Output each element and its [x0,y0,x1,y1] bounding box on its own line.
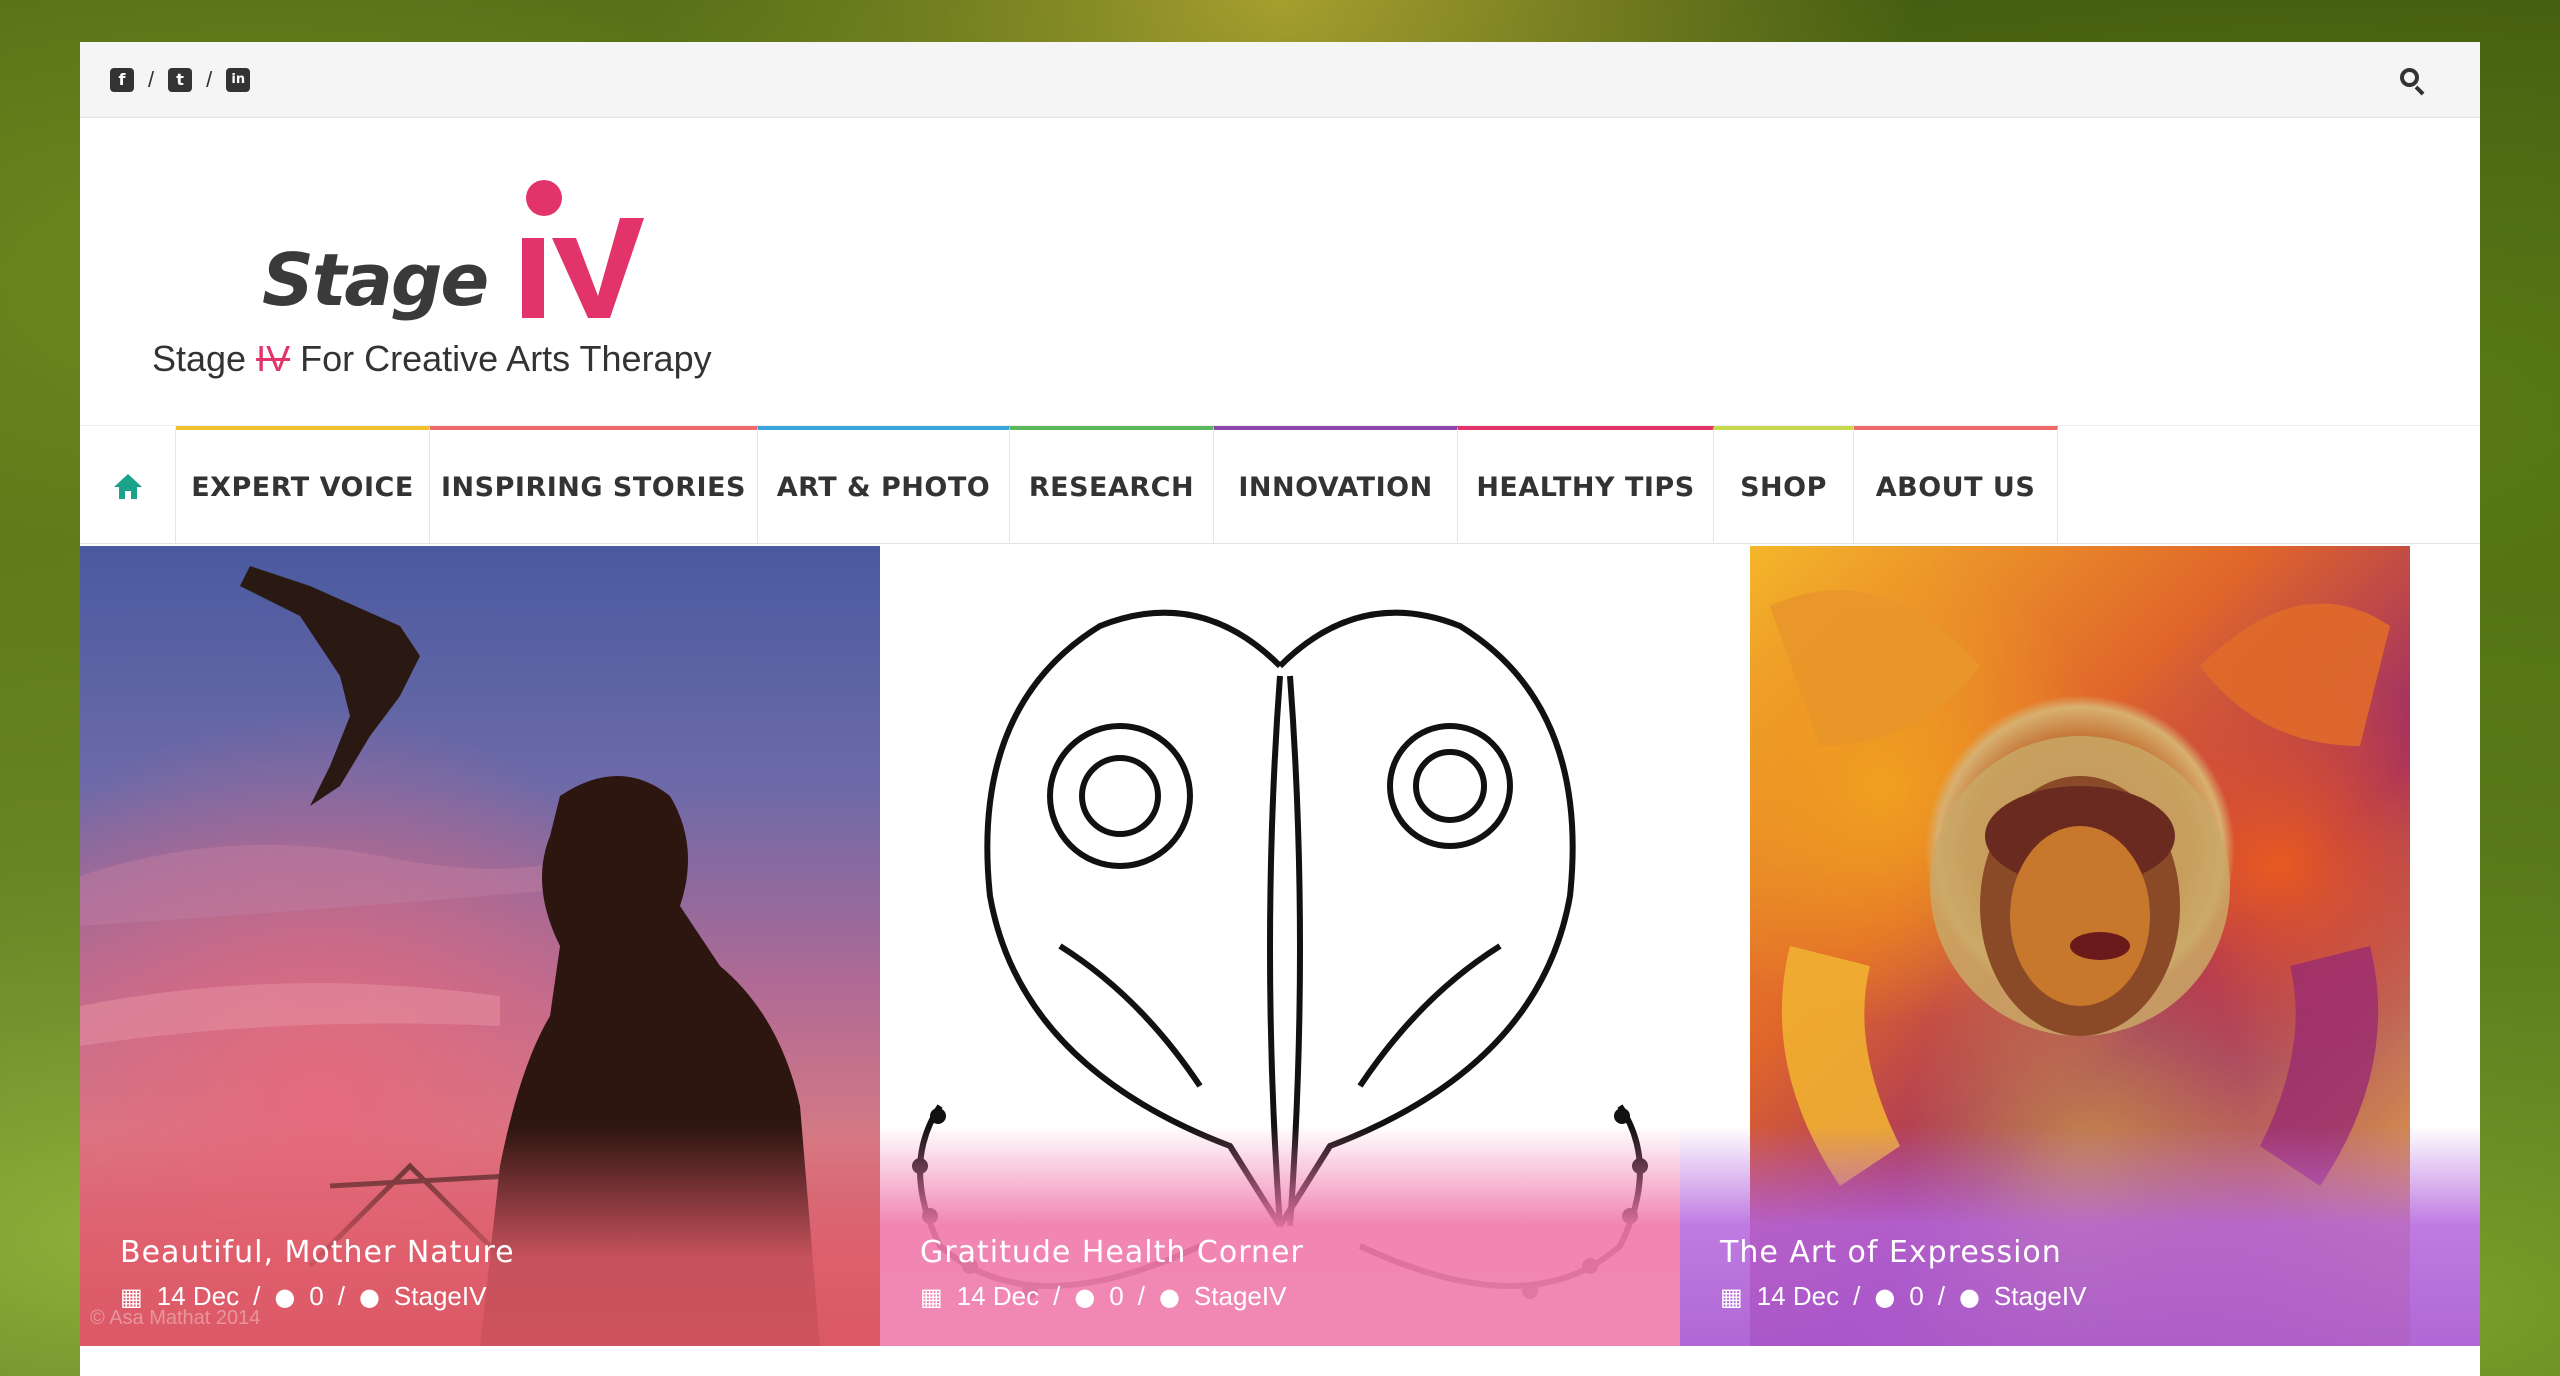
search-icon[interactable] [2398,66,2428,96]
linkedin-icon[interactable]: in [226,67,251,92]
post-author[interactable]: StageIV [394,1281,487,1312]
tagline-prefix: Stage [152,338,257,379]
comment-count[interactable]: 0 [1909,1281,1923,1312]
page: f / t / in Stage Stage IV For Creative A… [80,42,2480,1376]
nav-healthy-tips[interactable]: HEALTHY TIPS [1458,426,1714,544]
card-title[interactable]: Beautiful, Mother Nature [120,1235,515,1270]
post-date: 14 Dec [156,1281,240,1311]
nav-shop[interactable]: SHOP [1714,426,1854,544]
twitter-icon[interactable]: t [168,67,193,92]
card-meta: ▦ 14 Dec / ● 0 / ● StageIV [120,1281,486,1312]
featured-card[interactable]: The Art of Expression ▦ 14 Dec / ● 0 / ●… [1680,546,2480,1346]
tagline-roman: IV [256,338,291,379]
separator: / [148,66,155,92]
meta-separator: / [1137,1281,1145,1311]
card-meta: ▦ 14 Dec / ● 0 / ● StageIV [1720,1281,2086,1312]
separator: / [206,66,213,92]
nav-label: SHOP [1740,471,1827,503]
nav-label: INNOVATION [1238,471,1433,503]
site-header: Stage Stage IV For Creative Arts Therapy [80,118,2480,426]
nav-label: ABOUT US [1875,471,2036,503]
meta-separator: / [253,1281,261,1311]
user-icon: ● [1958,1282,1980,1311]
tagline-suffix: For Creative Arts Therapy [290,338,712,379]
comments-icon: ● [1074,1282,1096,1311]
meta-separator: / [1853,1281,1861,1311]
nav-inspiring-stories[interactable]: INSPIRING STORIES [430,426,758,544]
post-author[interactable]: StageIV [1194,1281,1287,1312]
nav-label: EXPERT VOICE [191,471,414,503]
featured-card[interactable]: Gratitude Health Corner ▦ 14 Dec / ● 0 /… [880,546,1680,1346]
site-logo[interactable]: Stage Stage IV For Creative Arts Therapy [152,178,752,408]
post-author[interactable]: StageIV [1994,1281,2087,1312]
comments-icon: ● [274,1282,296,1311]
calendar-icon: ▦ [920,1282,943,1311]
social-links: f / t / in [110,66,251,93]
comment-count[interactable]: 0 [1109,1281,1123,1312]
card-meta: ▦ 14 Dec / ● 0 / ● StageIV [920,1281,1286,1312]
nav-label: ART & PHOTO [776,471,991,503]
featured-posts: © Asa Mathat 2014 Beautiful, Mother Natu… [80,546,2480,1346]
top-bar: f / t / in [80,42,2480,118]
nav-label: HEALTHY TIPS [1476,471,1695,503]
nav-art-photo[interactable]: ART & PHOTO [758,426,1010,544]
main-nav: EXPERT VOICE INSPIRING STORIES ART & PHO… [80,426,2480,544]
calendar-icon: ▦ [1720,1282,1743,1311]
comment-count[interactable]: 0 [309,1281,323,1312]
comments-icon: ● [1874,1282,1896,1311]
calendar-icon: ▦ [120,1282,143,1311]
post-date: 14 Dec [956,1281,1040,1311]
card-title[interactable]: Gratitude Health Corner [920,1235,1304,1270]
meta-separator: / [1053,1281,1061,1311]
nav-label: RESEARCH [1028,471,1195,503]
featured-card[interactable]: © Asa Mathat 2014 Beautiful, Mother Natu… [80,546,880,1346]
nav-innovation[interactable]: INNOVATION [1214,426,1458,544]
nav-research[interactable]: RESEARCH [1010,426,1214,544]
facebook-icon[interactable]: f [110,67,134,92]
nav-about-us[interactable]: ABOUT US [1854,426,2058,544]
card-title[interactable]: The Art of Expression [1720,1235,2062,1270]
meta-separator: / [1937,1281,1945,1311]
logo-tagline: Stage IV For Creative Arts Therapy [152,338,712,380]
nav-label: INSPIRING STORIES [441,471,746,503]
user-icon: ● [1158,1282,1180,1311]
nav-expert-voice[interactable]: EXPERT VOICE [176,426,430,544]
meta-separator: / [337,1281,345,1311]
user-icon: ● [358,1282,380,1311]
logo-wordmark: Stage [262,238,489,322]
post-date: 14 Dec [1756,1281,1840,1311]
nav-home[interactable] [80,426,176,544]
home-icon [113,474,142,500]
